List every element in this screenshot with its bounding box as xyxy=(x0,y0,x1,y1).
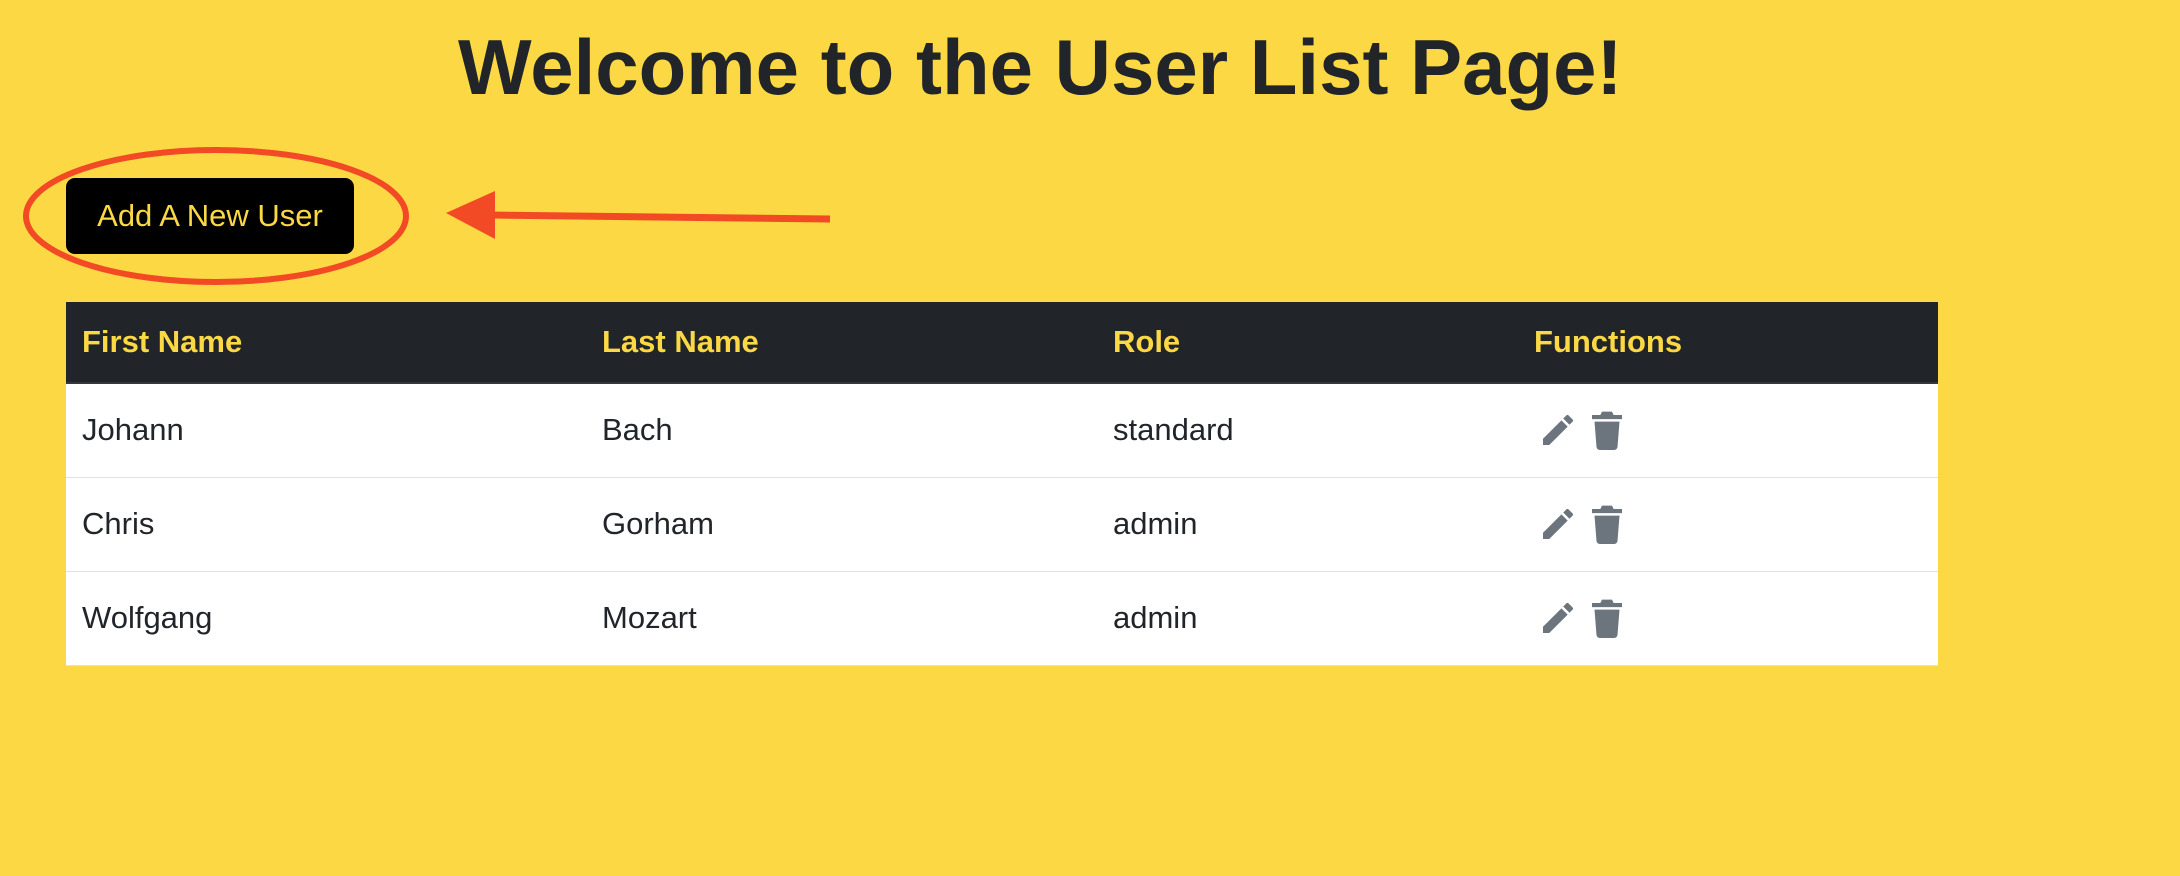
column-header-last-name: Last Name xyxy=(586,302,1097,384)
first-name-cell: Chris xyxy=(66,476,586,571)
column-header-role: Role xyxy=(1097,302,1518,384)
delete-icon[interactable] xyxy=(1590,504,1624,544)
functions-cell xyxy=(1518,382,1938,477)
last-name-cell: Mozart xyxy=(586,570,1097,666)
column-header-functions: Functions xyxy=(1518,302,1938,384)
edit-icon[interactable] xyxy=(1538,598,1578,638)
table-header-row: First Name Last Name Role Functions xyxy=(66,302,1938,384)
edit-icon[interactable] xyxy=(1538,410,1578,450)
add-user-button[interactable]: Add A New User xyxy=(66,178,354,254)
delete-icon[interactable] xyxy=(1590,410,1624,451)
table-row: Johann Bach standard xyxy=(66,382,1938,477)
last-name-cell: Gorham xyxy=(586,476,1097,571)
last-name-cell: Bach xyxy=(586,382,1097,477)
table-row: Chris Gorham admin xyxy=(66,476,1938,571)
first-name-cell: Wolfgang xyxy=(66,570,586,666)
row-actions xyxy=(1534,598,1938,638)
row-actions xyxy=(1534,504,1938,544)
delete-icon[interactable] xyxy=(1590,598,1624,638)
row-actions xyxy=(1534,410,1938,451)
functions-cell xyxy=(1518,476,1938,571)
table-row: Wolfgang Mozart admin xyxy=(66,570,1938,666)
table-body: Johann Bach standard Chris Gorham admin … xyxy=(66,382,1938,666)
annotation-arrowhead xyxy=(446,191,495,239)
role-cell: admin xyxy=(1097,476,1518,571)
functions-cell xyxy=(1518,570,1938,666)
role-cell: admin xyxy=(1097,570,1518,666)
annotation-arrow-shaft xyxy=(489,211,831,223)
role-cell: standard xyxy=(1097,382,1518,477)
page-background: Welcome to the User List Page! Add A New… xyxy=(0,0,2180,876)
column-header-first-name: First Name xyxy=(66,302,586,384)
first-name-cell: Johann xyxy=(66,382,586,477)
users-table: First Name Last Name Role Functions Joha… xyxy=(66,302,1938,666)
page-title: Welcome to the User List Page! xyxy=(458,23,1623,111)
table-header: First Name Last Name Role Functions xyxy=(66,302,1938,384)
edit-icon[interactable] xyxy=(1538,504,1578,544)
